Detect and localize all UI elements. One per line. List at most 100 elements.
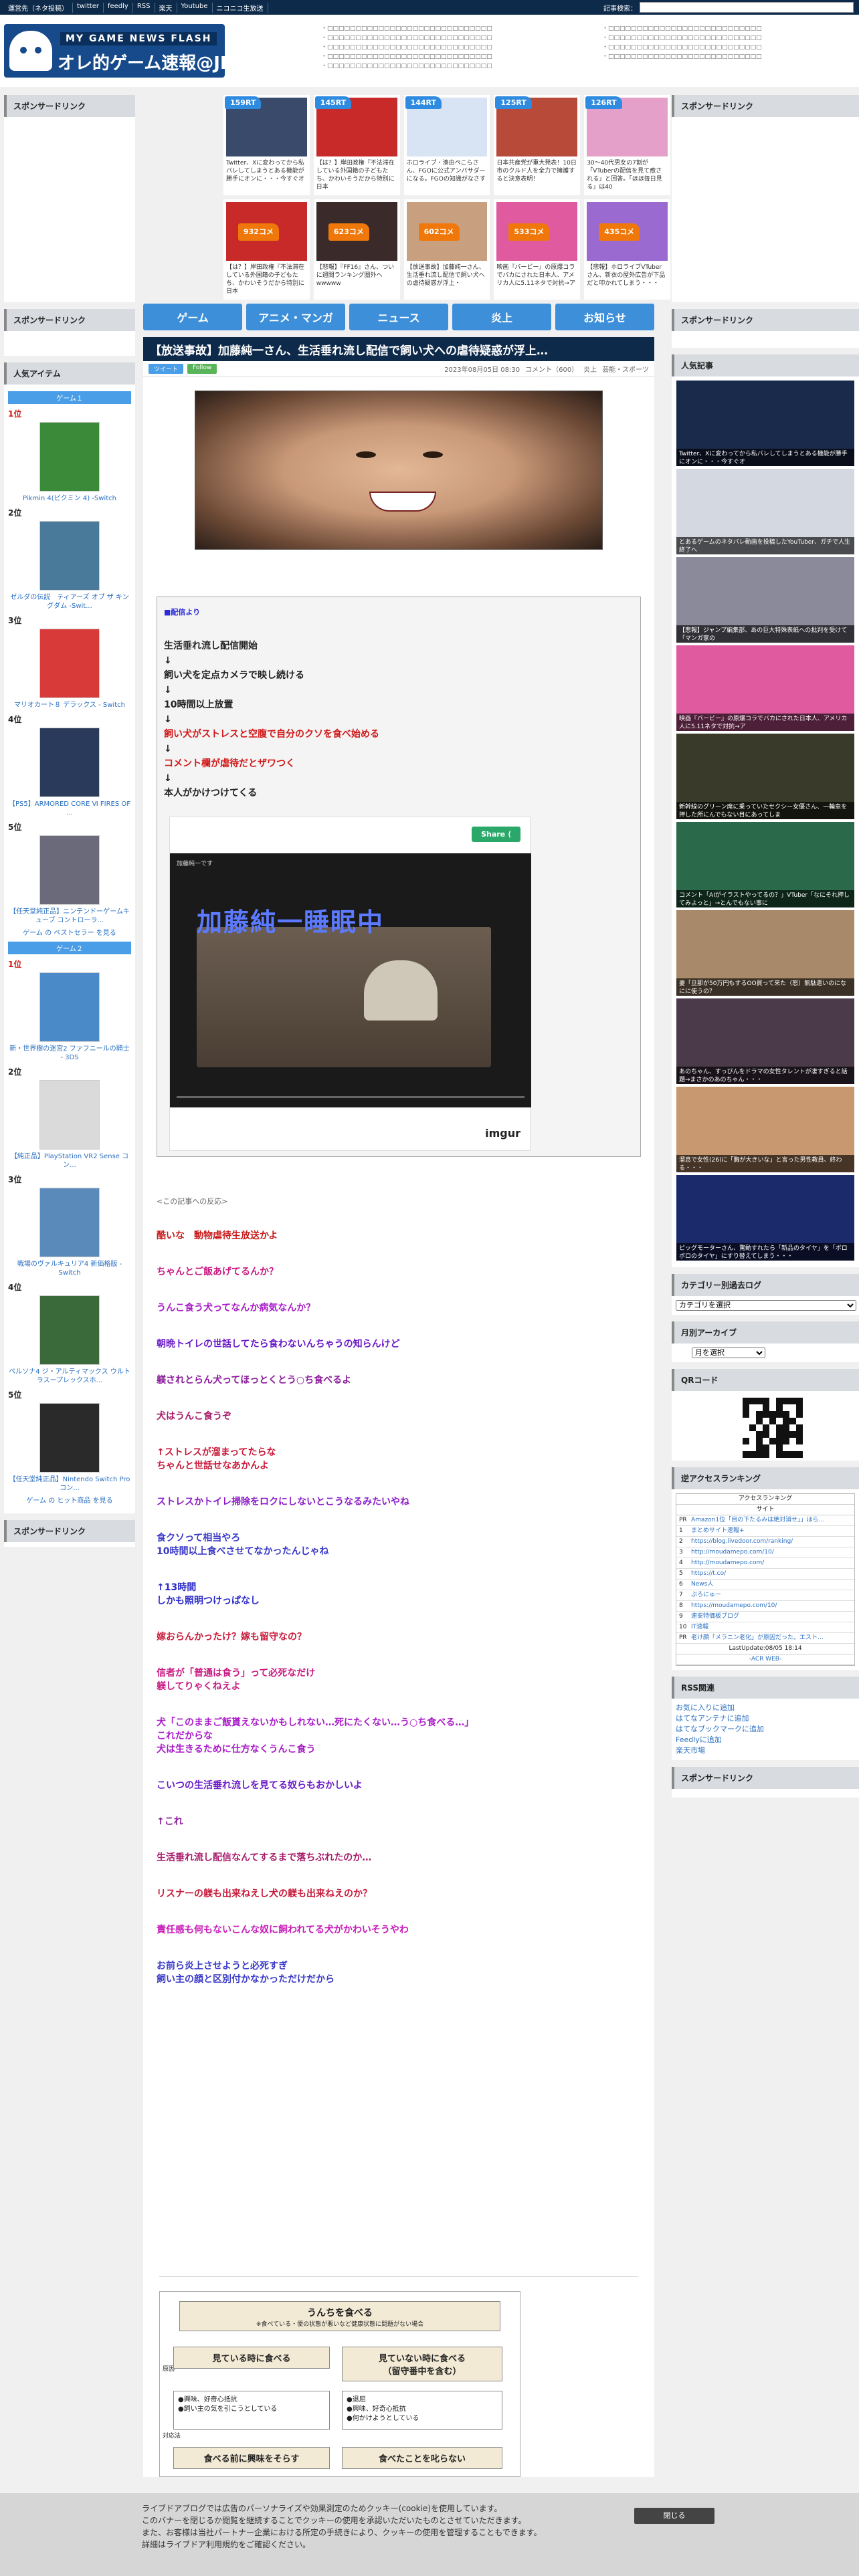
nav-tab[interactable]: お知らせ bbox=[555, 304, 654, 330]
ranking-site[interactable]: まとめサイト速報+ bbox=[691, 1527, 745, 1534]
popular-article[interactable]: あのちゃん、すっぴんをドラマの女性タレントが凄すぎると話題→まさかのあのちゃん・… bbox=[676, 998, 854, 1084]
article-title[interactable]: 【悲報】ホロライブVTuberさん、新衣の屋外広告が下品だと叩かれてしまう・・・ bbox=[584, 263, 670, 288]
ranking-site[interactable]: https://moudamepo.com/10/ bbox=[691, 1602, 777, 1609]
article-title[interactable]: 【放送事故】加藤純一さん、生活垂れ流し配信で飼い犬への虐待疑惑が浮上… bbox=[143, 337, 654, 361]
popular-article[interactable]: 映画『バービー』の原爆コラでバカにされた日本人、アメリカ人に5.11ネタで対抗→… bbox=[676, 645, 854, 731]
ranking-site[interactable]: IT速報 bbox=[691, 1624, 708, 1630]
popular-article-title[interactable]: 映画『バービー』の原爆コラでバカにされた日本人、アメリカ人に5.11ネタで対抗→… bbox=[676, 714, 854, 731]
ranking-site[interactable]: http://moudamepo.com/10/ bbox=[691, 1549, 774, 1555]
popular-article-title[interactable]: 溜息で女性(26)に「胸が大きいな」と言った男性教員、終わる・・・ bbox=[676, 1155, 854, 1172]
product-image[interactable] bbox=[39, 1188, 100, 1257]
ranking-row[interactable]: PR Amazon1位「目の下たるみは絶対消せ」」ほら… bbox=[676, 1515, 854, 1526]
top-link[interactable]: Youtube bbox=[177, 2, 213, 13]
tweet-button[interactable]: ツイート bbox=[149, 364, 184, 374]
ranking-row[interactable]: 10 IT速報 bbox=[676, 1622, 854, 1633]
header-link[interactable]: ・□□□□□□□□□□□□□□□□□□□□□□□□□□□□□ bbox=[321, 43, 575, 52]
ranking-site[interactable]: Amazon1位「目の下たるみは絶対消せ」」ほら… bbox=[691, 1517, 825, 1523]
top-article-card[interactable]: 435コメ 【悲報】ホロライブVTuberさん、新衣の屋外広告が下品だと叩かれてし… bbox=[584, 199, 670, 300]
nav-tab[interactable]: 炎上 bbox=[452, 304, 551, 330]
nav-tab[interactable]: ニュース bbox=[349, 304, 448, 330]
ranking-site[interactable]: http://moudamepo.com/ bbox=[691, 1560, 764, 1566]
cookie-close-button[interactable]: 閉じる bbox=[634, 2508, 714, 2524]
product-title[interactable]: Pikmin 4(ピクミン 4) -Switch bbox=[8, 494, 131, 503]
top-link[interactable]: RSS bbox=[133, 2, 155, 13]
top-article-card[interactable]: 145RT 【は？】岸田政権『不法滞在している外国籍の子どもたち、かわいそうだから… bbox=[313, 95, 400, 195]
top-article-card[interactable]: 932コメ 【は？】岸田政権『不法滞在している外国籍の子どもたち、かわいそうだから… bbox=[223, 199, 310, 300]
ranking-footer[interactable]: -ACR WEB- bbox=[676, 1654, 854, 1665]
rss-link[interactable]: お気に入りに追加 bbox=[676, 1703, 855, 1713]
top-link[interactable]: 楽天 bbox=[155, 2, 177, 13]
follow-button[interactable]: Follow bbox=[187, 364, 217, 374]
header-link[interactable]: ・□□□□□□□□□□□□□□□□□□□□□□□□□□□ bbox=[602, 43, 843, 52]
product-title[interactable]: ゼルダの伝説 ティアーズ オブ ザ キングダム -Swit... bbox=[8, 593, 131, 611]
popular-article[interactable]: ピッグモーターさん、驚動すれたら「新品のタイヤ」を「ボロボロのタイヤ」にすり替え… bbox=[676, 1175, 854, 1261]
article-title[interactable]: 映画『バービー』の原爆コラでバカにされた日本人、アメリカ人に5.11ネタで対抗→… bbox=[494, 263, 580, 288]
top-article-card[interactable]: 623コメ 【悲報】『FF16』さん、ついに週間ランキング圏外へwwwww bbox=[313, 199, 400, 300]
product-image[interactable] bbox=[39, 1403, 100, 1473]
popular-article-title[interactable]: あのちゃん、すっぴんをドラマの女性タレントが凄すぎると話題→まさかのあのちゃん・… bbox=[676, 1067, 854, 1084]
popular-article-title[interactable]: 妻「旦那が50万円もするOO買って来た（怒）無駄遣いのになにに使うの？ bbox=[676, 978, 854, 996]
top-link[interactable]: 運営先（ネタ投稿） bbox=[4, 2, 73, 13]
popular-article-title[interactable]: ピッグモーターさん、驚動すれたら「新品のタイヤ」を「ボロボロのタイヤ」にすり替え… bbox=[676, 1243, 854, 1261]
video-frame[interactable]: 加藤純一です 加藤純一睡眠中 bbox=[170, 853, 531, 1107]
search-input[interactable] bbox=[640, 2, 854, 13]
ranking-site[interactable]: ぷろにゅー bbox=[691, 1592, 721, 1598]
meta-item[interactable]: 芸能・スポーツ bbox=[602, 366, 649, 374]
popular-article[interactable]: 妻「旦那が50万円もするOO買って来た（怒）無駄遣いのになにに使うの？ bbox=[676, 910, 854, 996]
video-progress-bar[interactable] bbox=[177, 1096, 524, 1098]
header-link[interactable]: ・□□□□□□□□□□□□□□□□□□□□□□□□□□□ bbox=[602, 24, 843, 33]
rss-link[interactable]: 楽天市場 bbox=[676, 1745, 855, 1756]
ranking-row[interactable]: PR 老け顔「メラニン老化」が原因だった。エスト… bbox=[676, 1633, 854, 1644]
popular-article[interactable]: 【悲報】ジャンプ編集部、あの巨大特殊表紙への批判を受けて「マンガ家の bbox=[676, 557, 854, 643]
product-image[interactable] bbox=[39, 728, 100, 797]
popular-article-title[interactable]: Twitter、Xに変わってから私バレしてしまうとある機能が勝手にオンに・・・今… bbox=[676, 449, 854, 466]
article-title[interactable]: Twitter、Xに変わってから私バレしてしまうとある機能が勝手にオンに・・・今… bbox=[223, 159, 310, 183]
ranking-row[interactable]: 8 https://moudamepo.com/10/ bbox=[676, 1601, 854, 1612]
header-link[interactable]: ・□□□□□□□□□□□□□□□□□□□□□□□□□□□ bbox=[602, 33, 843, 43]
ranking-site[interactable]: 老け顔「メラニン老化」が原因だった。エスト… bbox=[691, 1634, 824, 1641]
meta-item[interactable]: 炎上 bbox=[583, 366, 597, 374]
product-image[interactable] bbox=[39, 1080, 100, 1150]
product-title[interactable]: マリオカート８ デラックス - Switch bbox=[8, 701, 131, 710]
ranking-row[interactable]: 2 https://blog.livedoor.com/ranking/ bbox=[676, 1537, 854, 1547]
ranking-row[interactable]: 6 News人 bbox=[676, 1580, 854, 1590]
top-link[interactable]: twitter bbox=[73, 2, 104, 13]
top-article-card[interactable]: 125RT 日本共産党が重大発表！10日市のクルド人を全力で擁護すると決意表明！ bbox=[494, 95, 581, 195]
product-title[interactable]: 【純正品】PlayStation VR2 Sense コン... bbox=[8, 1152, 131, 1170]
popular-article[interactable]: Twitter、Xに変わってから私バレしてしまうとある機能が勝手にオンに・・・今… bbox=[676, 381, 854, 466]
game2-more-link[interactable]: ゲーム の ヒット商品 を見る bbox=[8, 1497, 131, 1505]
product-image[interactable] bbox=[39, 835, 100, 905]
product-title[interactable]: 新・世界樹の迷宮2 ファフニールの騎士 - 3DS bbox=[8, 1045, 131, 1062]
article-title[interactable]: 【は？】岸田政権『不法滞在している外国籍の子どもたち、かわいそうだから特別に日本 bbox=[223, 263, 310, 296]
rss-link[interactable]: Feedlyに追加 bbox=[676, 1735, 855, 1745]
product-title[interactable]: ペルソナ4 ジ・アルティマックス ウルトラスープレックスホ... bbox=[8, 1368, 131, 1385]
product-title[interactable]: 戦場のヴァルキュリア4 新価格版 - Switch bbox=[8, 1260, 131, 1277]
ranking-row[interactable]: 4 http://moudamepo.com/ bbox=[676, 1558, 854, 1569]
imgur-embed[interactable]: Share ⟨ 加藤純一です 加藤純一睡眠中 imgur bbox=[169, 817, 531, 1151]
product-image[interactable] bbox=[39, 422, 100, 492]
article-title[interactable]: 【放送事故】加藤純一さん、生活垂れ流し配信で飼い犬への虐待疑惑が浮上・ bbox=[404, 263, 490, 288]
top-link[interactable]: feedly bbox=[104, 2, 133, 13]
top-article-card[interactable]: 159RT Twitter、Xに変わってから私バレしてしまうとある機能が勝手にオン… bbox=[223, 95, 310, 195]
top-article-card[interactable]: 602コメ 【放送事故】加藤純一さん、生活垂れ流し配信で飼い犬への虐待疑惑が浮上・ bbox=[403, 199, 490, 300]
ranking-row[interactable]: 1 まとめサイト速報+ bbox=[676, 1526, 854, 1537]
ranking-row[interactable]: 5 https://t.co/ bbox=[676, 1569, 854, 1580]
site-logo[interactable]: MY GAME NEWS FLASH オレ的ゲーム速報@JIN bbox=[4, 24, 225, 78]
nav-tab[interactable]: アニメ・マンガ bbox=[246, 304, 345, 330]
rss-link[interactable]: はてなブックマークに追加 bbox=[676, 1724, 855, 1735]
top-article-card[interactable]: 126RT 30～40代男女の7割が「VTuberの配信を見て癒される」と回答。「… bbox=[584, 95, 670, 195]
ranking-site[interactable]: https://t.co/ bbox=[691, 1570, 726, 1577]
header-link[interactable]: ・□□□□□□□□□□□□□□□□□□□□□□□□□□□□□ bbox=[321, 33, 575, 43]
popular-article[interactable]: コメント「AIがイラストやってるの？」VTuber「なにそれ押してみよっと」→と… bbox=[676, 822, 854, 907]
popular-article[interactable]: とあるゲームのネタバレ動画を投稿したYouTuber、ガチで人生終了へ bbox=[676, 469, 854, 554]
popular-article-title[interactable]: とあるゲームのネタバレ動画を投稿したYouTuber、ガチで人生終了へ bbox=[676, 537, 854, 554]
top-link[interactable]: ニコニコ生放送 bbox=[213, 2, 268, 13]
header-link[interactable]: ・□□□□□□□□□□□□□□□□□□□□□□□□□□□ bbox=[602, 52, 843, 62]
ranking-row[interactable]: 7 ぷろにゅー bbox=[676, 1590, 854, 1601]
imgur-share-button[interactable]: Share ⟨ bbox=[472, 827, 520, 842]
product-title[interactable]: 【任天堂純正品】Nintendo Switch Proコン... bbox=[8, 1475, 131, 1493]
product-title[interactable]: 【PS5】ARMORED CORE Ⅵ FIRES OF ... bbox=[8, 800, 131, 817]
product-image[interactable] bbox=[39, 1295, 100, 1365]
popular-article-title[interactable]: コメント「AIがイラストやってるの？」VTuber「なにそれ押してみよっと」→と… bbox=[676, 890, 854, 907]
product-image[interactable] bbox=[39, 629, 100, 698]
